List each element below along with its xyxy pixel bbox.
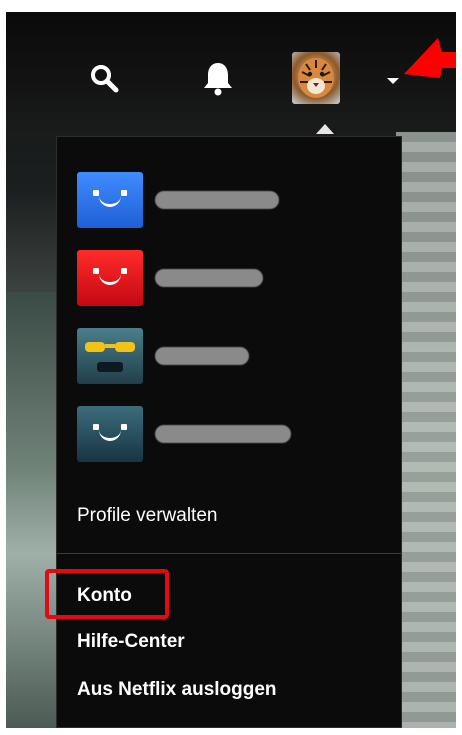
background-scenery-right [396,132,456,728]
sunglasses-face-icon [85,342,135,372]
sign-out-link[interactable]: Aus Netflix ausloggen [77,679,277,701]
profile-avatar [77,328,143,384]
help-center-link[interactable]: Hilfe-Center [77,631,185,653]
menu-divider [57,553,401,554]
search-icon [91,65,119,93]
manage-profiles-link[interactable]: Profile verwalten [77,505,217,527]
profile-item[interactable] [77,171,381,229]
app-frame: Profile verwalten Konto Hilfe-Center Aus… [6,12,456,728]
profile-name-redacted [155,425,291,443]
notifications-button[interactable] [198,58,238,98]
profile-name-redacted [155,347,249,365]
caret-down-icon[interactable] [387,78,399,84]
profile-item[interactable] [77,405,381,463]
profile-avatar [77,250,143,306]
account-link[interactable]: Konto [77,585,132,607]
profile-item[interactable] [77,249,381,307]
search-button[interactable] [86,60,122,96]
profile-name-redacted [155,191,279,209]
profile-avatar [77,406,143,462]
profile-avatar[interactable] [292,52,340,104]
profile-name-redacted [155,269,263,287]
profile-avatar [77,172,143,228]
profile-dropdown-menu: Profile verwalten Konto Hilfe-Center Aus… [45,136,402,728]
menu-pointer-icon [316,124,334,134]
top-navigation-bar [6,12,456,122]
profile-item[interactable] [77,327,381,385]
tiger-icon [298,58,334,98]
annotation-arrow-icon [404,38,456,78]
bell-icon [204,63,232,96]
